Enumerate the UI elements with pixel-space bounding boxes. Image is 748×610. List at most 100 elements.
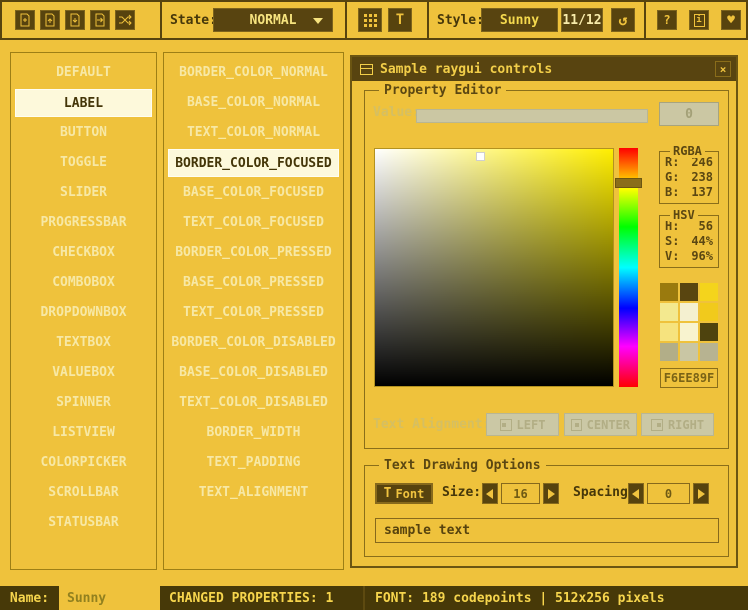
style-color-swatch[interactable] <box>680 323 698 341</box>
sample-text-value: sample text <box>384 523 470 538</box>
list-item-base_color_normal[interactable]: BASE_COLOR_NORMAL <box>168 89 339 117</box>
hex-color-input[interactable]: F6EE89F <box>660 368 718 388</box>
style-table-button[interactable] <box>358 8 382 32</box>
sample-text-input[interactable]: sample text <box>375 518 719 543</box>
window-icon <box>360 64 373 75</box>
toolbar-divider <box>345 2 347 38</box>
property-editor-label: Property Editor <box>379 83 506 98</box>
font-button[interactable]: T Font <box>375 483 433 504</box>
reload-style-button[interactable]: ↺ <box>611 8 635 32</box>
list-item-toggle[interactable]: TOGGLE <box>15 149 152 177</box>
font-atlas-button[interactable]: T <box>388 8 412 32</box>
list-item-combobox[interactable]: COMBOBOX <box>15 269 152 297</box>
list-item-textbox[interactable]: TEXTBOX <box>15 329 152 357</box>
list-item-dropdownbox[interactable]: DROPDOWNBOX <box>15 299 152 327</box>
style-color-swatch[interactable] <box>700 323 718 341</box>
window-titlebar[interactable]: Sample raygui controls × <box>352 57 736 81</box>
style-name-button[interactable]: Sunny <box>481 8 558 32</box>
style-color-swatch[interactable] <box>660 343 678 361</box>
b-value: 137 <box>691 185 713 200</box>
style-counter: 11/12 <box>561 8 603 32</box>
list-item-border_color_pressed[interactable]: BORDER_COLOR_PRESSED <box>168 239 339 267</box>
font-info-status: FONT: 189 codepoints | 512x256 pixels <box>367 586 748 610</box>
state-dropdown-value: NORMAL <box>250 13 297 28</box>
list-item-default[interactable]: DEFAULT <box>15 59 152 87</box>
list-item-listview[interactable]: LISTVIEW <box>15 419 152 447</box>
size-decrement-button[interactable] <box>482 483 498 504</box>
new-file-button[interactable] <box>15 10 35 30</box>
list-item-progressbar[interactable]: PROGRESSBAR <box>15 209 152 237</box>
v-value: 96% <box>691 249 713 264</box>
style-color-swatch[interactable] <box>680 283 698 301</box>
list-item-statusbar[interactable]: STATUSBAR <box>15 509 152 537</box>
file-open-icon <box>43 13 57 27</box>
state-dropdown[interactable]: NORMAL <box>213 8 333 32</box>
hue-slider-handle[interactable] <box>615 178 642 188</box>
list-item-checkbox[interactable]: CHECKBOX <box>15 239 152 267</box>
list-item-base_color_pressed[interactable]: BASE_COLOR_PRESSED <box>168 269 339 297</box>
hue-slider[interactable] <box>619 148 638 387</box>
list-item-base_color_disabled[interactable]: BASE_COLOR_DISABLED <box>168 359 339 387</box>
style-color-swatch[interactable] <box>660 323 678 341</box>
list-item-label[interactable]: LABEL <box>15 89 152 117</box>
size-value-box[interactable]: 16 <box>501 483 540 504</box>
style-name-value: Sunny <box>500 13 539 28</box>
sponsor-button[interactable]: ♥ <box>721 10 741 30</box>
list-item-valuebox[interactable]: VALUEBOX <box>15 359 152 387</box>
list-item-button[interactable]: BUTTON <box>15 119 152 147</box>
style-color-swatch[interactable] <box>680 343 698 361</box>
color-panel[interactable] <box>374 148 614 387</box>
hex-color-value: F6EE89F <box>664 371 715 385</box>
status-bar: Name: Sunny CHANGED PROPERTIES: 1 FONT: … <box>0 586 748 610</box>
g-value: 238 <box>691 170 713 185</box>
style-name-input[interactable]: Sunny <box>59 586 160 610</box>
style-color-swatch[interactable] <box>660 303 678 321</box>
heart-icon: ♥ <box>727 14 735 27</box>
about-button[interactable]: i <box>689 10 709 30</box>
list-item-text_color_focused[interactable]: TEXT_COLOR_FOCUSED <box>168 209 339 237</box>
rgba-label: RGBA <box>670 144 705 158</box>
spacing-increment-button[interactable] <box>693 483 709 504</box>
list-item-border_width[interactable]: BORDER_WIDTH <box>168 419 339 447</box>
list-item-text_alignment[interactable]: TEXT_ALIGNMENT <box>168 479 339 507</box>
export-file-button[interactable] <box>90 10 110 30</box>
color-panel-cursor[interactable] <box>476 152 485 161</box>
list-item-slider[interactable]: SLIDER <box>15 179 152 207</box>
save-file-button[interactable] <box>65 10 85 30</box>
help-button[interactable]: ? <box>657 10 677 30</box>
rguistyler-app: State: NORMAL T Style: Sunny 11/12 <box>0 0 748 610</box>
size-increment-button[interactable] <box>543 483 559 504</box>
align-right-button: RIGHT <box>641 413 714 436</box>
list-item-border_color_focused[interactable]: BORDER_COLOR_FOCUSED <box>168 149 339 177</box>
list-item-base_color_focused[interactable]: BASE_COLOR_FOCUSED <box>168 179 339 207</box>
random-style-button[interactable] <box>115 10 135 30</box>
spacing-value-box[interactable]: 0 <box>647 483 690 504</box>
toolbar: State: NORMAL T Style: Sunny 11/12 <box>0 0 748 40</box>
rgba-group: RGBA R: 246 G: 238 B: 137 <box>659 151 719 204</box>
style-color-swatch[interactable] <box>700 303 718 321</box>
list-item-text_color_pressed[interactable]: TEXT_COLOR_PRESSED <box>168 299 339 327</box>
font-icon: T <box>384 486 392 501</box>
open-file-button[interactable] <box>40 10 60 30</box>
list-item-text_color_normal[interactable]: TEXT_COLOR_NORMAL <box>168 119 339 147</box>
list-item-colorpicker[interactable]: COLORPICKER <box>15 449 152 477</box>
text-drawing-options-group: Text Drawing Options T Font Size: 16 Spa… <box>364 465 729 557</box>
text-drawing-options-label: Text Drawing Options <box>379 458 546 473</box>
style-color-swatch[interactable] <box>700 343 718 361</box>
value-slider <box>416 109 648 123</box>
style-color-swatch[interactable] <box>680 303 698 321</box>
list-item-scrollbar[interactable]: SCROLLBAR <box>15 479 152 507</box>
list-item-border_color_normal[interactable]: BORDER_COLOR_NORMAL <box>168 59 339 87</box>
list-item-text_padding[interactable]: TEXT_PADDING <box>168 449 339 477</box>
toolbar-divider <box>427 2 429 38</box>
font-info-text: FONT: 189 codepoints | 512x256 pixels <box>375 591 665 606</box>
window-close-button[interactable]: × <box>715 61 731 77</box>
list-item-border_color_disabled[interactable]: BORDER_COLOR_DISABLED <box>168 329 339 357</box>
close-icon: × <box>720 63 727 76</box>
style-color-swatch[interactable] <box>700 283 718 301</box>
arrow-left-icon <box>481 489 493 499</box>
spacing-decrement-button[interactable] <box>628 483 644 504</box>
style-color-swatch[interactable] <box>660 283 678 301</box>
list-item-spinner[interactable]: SPINNER <box>15 389 152 417</box>
list-item-text_color_disabled[interactable]: TEXT_COLOR_DISABLED <box>168 389 339 417</box>
